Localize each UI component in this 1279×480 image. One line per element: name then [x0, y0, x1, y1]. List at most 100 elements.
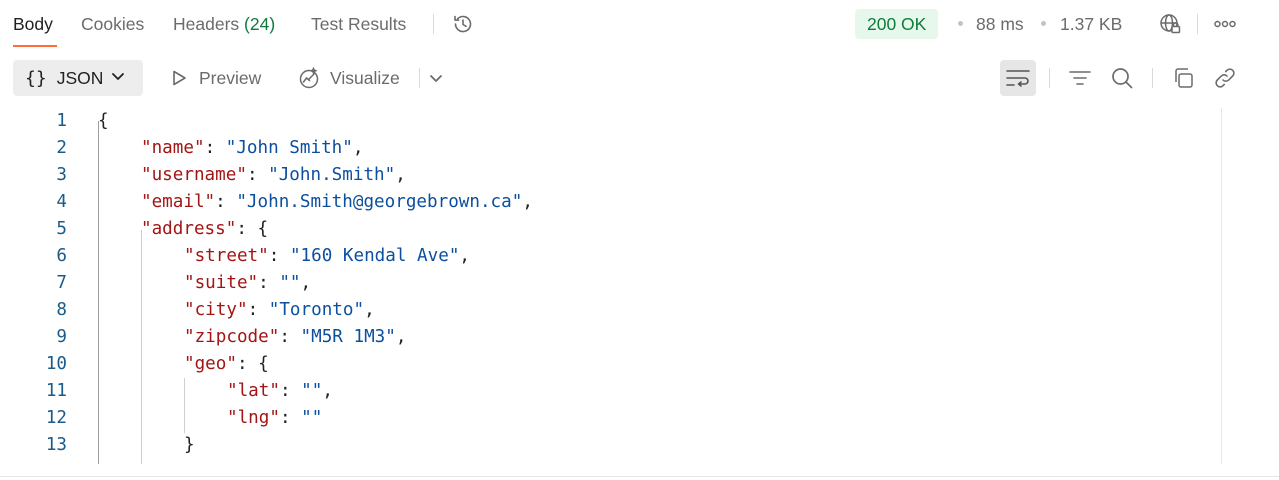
globe-lock-icon[interactable]: [1157, 11, 1183, 37]
json-colon: :: [279, 327, 301, 347]
json-string-value: "": [301, 408, 323, 428]
json-key: "username": [141, 165, 247, 185]
json-comma: ,: [459, 246, 471, 266]
chevron-down-icon: [111, 69, 125, 88]
line-number: 11: [45, 381, 67, 401]
code-content: "suite": "",: [184, 270, 311, 297]
json-colon: :: [236, 354, 259, 374]
search-icon[interactable]: [1109, 65, 1135, 91]
visualize-divider: [419, 68, 420, 88]
json-string-value: "": [301, 381, 323, 401]
headers-count: (24): [244, 14, 276, 34]
json-comma: ,: [522, 192, 533, 212]
json-colon: :: [246, 165, 269, 185]
visualize-icon[interactable]: [296, 65, 322, 91]
indent-guide: [184, 378, 185, 433]
meta-separator-dot: [958, 21, 963, 26]
code-content: "address": {: [141, 216, 268, 243]
code-content: "name": "John Smith",: [141, 135, 363, 162]
code-content: "username": "John.Smith",: [141, 162, 406, 189]
toolbar-divider: [1049, 68, 1050, 88]
tab-cookies-label: Cookies: [81, 14, 145, 34]
code-content: "city": "Toronto",: [184, 297, 375, 324]
format-select[interactable]: {} JSON: [13, 60, 143, 96]
json-key: "address": [141, 219, 237, 239]
json-key: "email": [141, 192, 216, 212]
line-number: 13: [45, 435, 67, 455]
toolbar-divider: [1152, 68, 1153, 88]
code-content: "zipcode": "M5R 1M3",: [184, 324, 406, 351]
code-line: 9 "zipcode": "M5R 1M3",: [0, 324, 1220, 351]
json-colon: :: [258, 273, 280, 293]
active-tab-indicator: [13, 45, 57, 47]
json-colon: :: [279, 408, 302, 428]
code-content: "street": "160 Kendal Ave",: [184, 243, 470, 270]
line-number: 1: [56, 111, 67, 131]
tabs-divider: [433, 14, 434, 34]
indent-guide: [141, 230, 142, 464]
json-colon: :: [236, 219, 258, 239]
json-key: "geo": [184, 354, 237, 374]
more-options-icon[interactable]: [1212, 12, 1238, 36]
tab-body[interactable]: Body: [13, 12, 53, 36]
json-key: "lat": [227, 381, 280, 401]
code-line: 5 "address": {: [0, 216, 1220, 243]
editor-scrollbar-track[interactable]: [1221, 108, 1222, 464]
json-open-brace: {: [98, 111, 109, 131]
visualize-button[interactable]: Visualize: [330, 66, 400, 90]
status-badge[interactable]: 200 OK: [855, 9, 939, 39]
json-colon: :: [268, 246, 290, 266]
json-string-value: "M5R 1M3": [300, 327, 396, 347]
response-size[interactable]: 1.37 KB: [1060, 12, 1122, 36]
line-number: 4: [56, 192, 67, 212]
tab-test-results[interactable]: Test Results: [311, 12, 406, 36]
tab-headers-label: Headers: [173, 14, 240, 34]
response-time[interactable]: 88 ms: [976, 12, 1024, 36]
wrap-lines-icon[interactable]: [1000, 60, 1036, 96]
line-number: 8: [56, 300, 67, 320]
link-icon[interactable]: [1212, 65, 1238, 91]
json-string-value: "Toronto": [268, 300, 365, 320]
json-open-brace: {: [258, 354, 269, 374]
json-colon: :: [215, 192, 237, 212]
copy-icon[interactable]: [1170, 65, 1196, 91]
json-string-value: "John.Smith": [268, 165, 396, 185]
line-number: 7: [56, 273, 67, 293]
json-key: "zipcode": [184, 327, 280, 347]
json-colon: :: [279, 381, 302, 401]
code-line: 6 "street": "160 Kendal Ave",: [0, 243, 1220, 270]
tab-test-results-label: Test Results: [311, 14, 407, 34]
response-body-editor[interactable]: 1 {2 "name": "John Smith", 3 "username": "Jo…: [0, 108, 1244, 464]
code-content: }: [184, 432, 195, 459]
code-line: 4 "email": "John.Smith@georgebrown.ca",: [0, 189, 1220, 216]
json-open-brace: {: [257, 219, 269, 239]
filter-icon[interactable]: [1067, 66, 1093, 90]
code-content: "email": "John.Smith@georgebrown.ca",: [141, 189, 533, 216]
history-icon[interactable]: [450, 11, 476, 37]
visualize-dropdown-chevron-icon[interactable]: [426, 68, 446, 88]
tab-cookies[interactable]: Cookies: [81, 12, 144, 36]
play-icon[interactable]: [168, 67, 190, 89]
json-key: "lng": [227, 408, 280, 428]
preview-button[interactable]: Preview: [199, 66, 261, 90]
code-line: 10 "geo": {: [0, 351, 1220, 378]
line-number: 2: [56, 138, 67, 158]
json-braces-icon: {}: [25, 67, 47, 89]
code-line: 3 "username": "John.Smith",: [0, 162, 1220, 189]
panel-bottom-border: [0, 476, 1279, 477]
json-close-brace: }: [184, 435, 195, 455]
json-comma: ,: [352, 138, 364, 158]
code-line: 8 "city": "Toronto",: [0, 297, 1220, 324]
json-string-value: "": [279, 273, 301, 293]
code-line: 7 "suite": "",: [0, 270, 1220, 297]
code-line: 2 "name": "John Smith",: [0, 135, 1220, 162]
json-comma: ,: [395, 327, 407, 347]
header-divider: [1197, 14, 1198, 34]
json-string-value: "John.Smith@georgebrown.ca": [236, 192, 523, 212]
json-comma: ,: [300, 273, 312, 293]
code-content: "lng": "": [227, 405, 322, 432]
tab-headers[interactable]: Headers (24): [173, 12, 275, 36]
json-string-value: "160 Kendal Ave": [289, 246, 460, 266]
code-line: 13}: [0, 432, 1220, 459]
response-tabs: Body Cookies Headers (24) Test Results 2…: [0, 0, 1279, 48]
